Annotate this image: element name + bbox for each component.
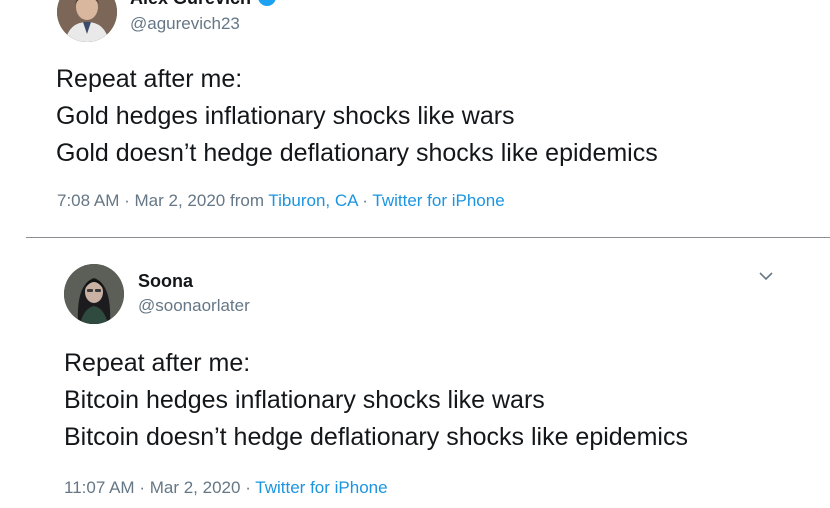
tweet-text-line: Repeat after me: [64, 349, 251, 377]
tweet-text-line: Bitcoin doesn’t hedge deflationary shock… [64, 423, 688, 451]
tweet-text-line: Repeat after me: [56, 65, 243, 93]
source-link[interactable]: Twitter for iPhone [372, 191, 504, 210]
tweet-text: Repeat after me: Gold hedges inflationar… [56, 61, 658, 172]
tweet-time[interactable]: 11:07 AM [64, 478, 135, 497]
tweet-metadata: 7:08 AM · Mar 2, 2020 from Tiburon, CA ·… [57, 191, 505, 211]
source-link[interactable]: Twitter for iPhone [255, 478, 387, 497]
location-link[interactable]: Tiburon, CA [268, 191, 357, 210]
divider [26, 237, 830, 238]
separator: · [362, 191, 368, 210]
tweet-text-line: Gold hedges inflationary shocks like war… [56, 102, 515, 130]
chevron-down-icon[interactable] [758, 270, 774, 282]
user-handle[interactable]: @soonaorlater [138, 296, 250, 316]
tweet-text-line: Gold doesn’t hedge deflationary shocks l… [56, 139, 658, 167]
avatar-photo [64, 264, 124, 324]
tweet-screenshot: Alex Gurevich ✓ @agurevich23 Repeat afte… [0, 0, 830, 508]
display-name[interactable]: Soona [138, 271, 193, 292]
display-name[interactable]: Alex Gurevich [130, 0, 251, 9]
separator: · [124, 191, 130, 210]
tweet-metadata: 11:07 AM · Mar 2, 2020 · Twitter for iPh… [64, 478, 388, 498]
avatar-photo [57, 0, 117, 42]
avatar[interactable] [64, 264, 124, 324]
tweet-text-line: Bitcoin hedges inflationary shocks like … [64, 386, 545, 414]
separator: · [245, 478, 251, 497]
separator: · [139, 478, 145, 497]
tweet-text: Repeat after me: Bitcoin hedges inflatio… [64, 345, 688, 456]
tweet-time[interactable]: 7:08 AM [57, 191, 119, 210]
tweet-date[interactable]: Mar 2, 2020 [150, 478, 241, 497]
from-label: from [229, 191, 264, 210]
tweet-date[interactable]: Mar 2, 2020 [135, 191, 226, 210]
avatar[interactable] [57, 0, 117, 42]
verified-badge-icon: ✓ [258, 0, 276, 6]
user-handle[interactable]: @agurevich23 [130, 14, 240, 34]
tweet-alex-gurevich[interactable]: Alex Gurevich ✓ @agurevich23 Repeat afte… [0, 0, 830, 238]
